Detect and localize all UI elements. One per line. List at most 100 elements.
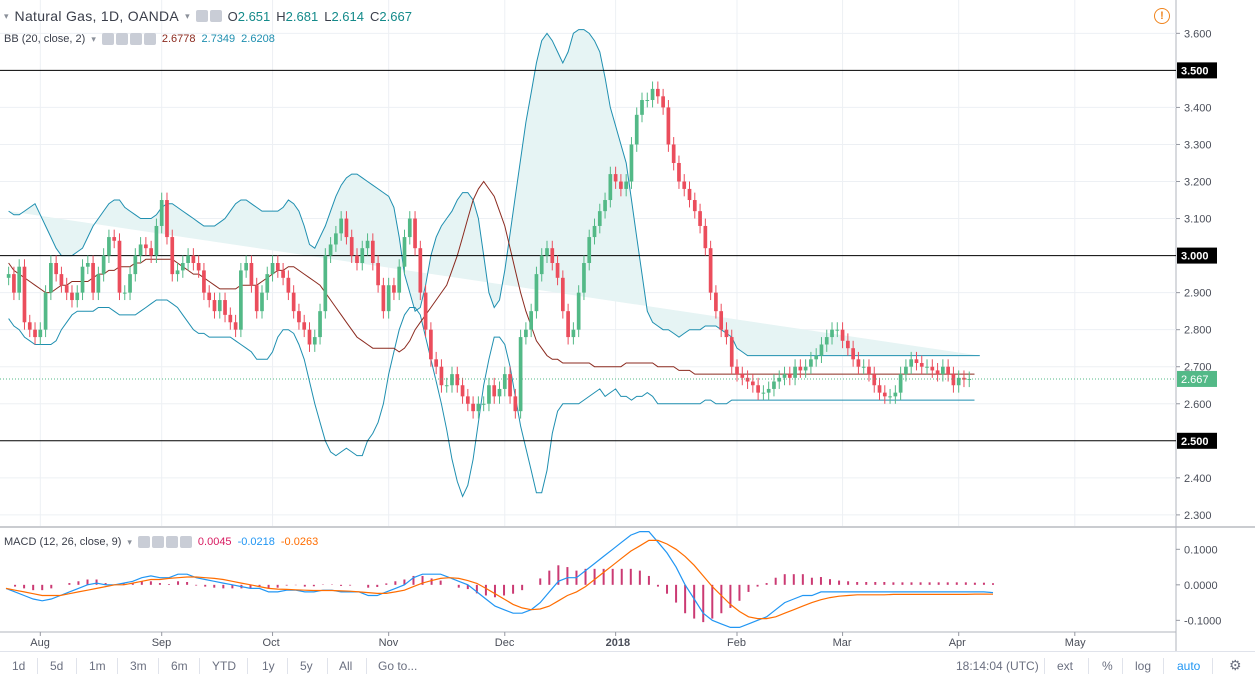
candle-body: [381, 285, 386, 312]
candle-body: [745, 377, 750, 382]
y-tick-label: 2.600: [1184, 399, 1212, 411]
candle-body: [740, 374, 745, 378]
gear-icon[interactable]: ⚙: [1229, 657, 1242, 674]
collapse-icon[interactable]: ▾: [4, 11, 9, 22]
macd-y-tick-label: 0.0000: [1184, 580, 1218, 592]
candle-body: [212, 300, 217, 312]
candle-body: [497, 388, 502, 397]
candle-body: [682, 181, 687, 189]
eye-icon[interactable]: [137, 536, 150, 548]
candle-body: [328, 244, 333, 256]
candle-body: [751, 381, 755, 386]
candle-body: [835, 329, 840, 331]
candle-body: [85, 263, 90, 267]
candle-body: [96, 274, 101, 293]
candle-body: [640, 100, 644, 115]
bb-label[interactable]: BB (20, close, 2): [4, 33, 85, 45]
bb-upper-value: 2.7349: [201, 33, 236, 45]
candle-body: [402, 237, 407, 267]
range-1d[interactable]: 1d: [12, 659, 25, 673]
candle-body: [138, 244, 143, 256]
range-3m[interactable]: 3m: [130, 659, 147, 673]
goto-button[interactable]: Go to...: [378, 659, 417, 673]
candle-body: [434, 359, 439, 367]
candle-body: [397, 266, 402, 293]
candle-body: [919, 363, 924, 367]
candle-body: [809, 359, 813, 367]
candle-body: [930, 366, 935, 371]
x-tick-label: Apr: [949, 637, 966, 649]
range-all[interactable]: All: [339, 659, 352, 673]
candle-body: [840, 329, 845, 341]
symbol-legend: ▾ Natural Gas, 1D, OANDA ▾ O2.651 H2.681…: [4, 8, 412, 24]
symbol-title[interactable]: Natural Gas, 1D, OANDA: [15, 8, 180, 24]
candle-body: [407, 218, 412, 238]
range-5y[interactable]: 5y: [300, 659, 313, 673]
clock-time[interactable]: 18:14:04 (UTC): [956, 659, 1039, 673]
candle-body: [867, 366, 871, 375]
candle-body: [893, 392, 898, 397]
candle-body: [6, 274, 11, 278]
auto-toggle[interactable]: auto: [1177, 659, 1200, 673]
candle-body: [49, 263, 53, 293]
chevron-down-icon[interactable]: ▾: [91, 34, 96, 45]
candle-body: [133, 255, 138, 275]
candle-body: [413, 218, 417, 249]
candle-body: [476, 403, 481, 412]
chevron-down-icon[interactable]: ▾: [185, 11, 190, 22]
candle-body: [703, 225, 708, 249]
ext-toggle[interactable]: ext: [1057, 659, 1073, 673]
log-toggle[interactable]: log: [1135, 659, 1151, 673]
candle-body: [534, 274, 539, 312]
bb-controls[interactable]: [101, 33, 156, 45]
bb-legend: BB (20, close, 2) ▾ 2.6778 2.7349 2.6208: [4, 33, 275, 45]
bottom-toolbar: 1d 5d 1m 3m 6m YTD 1y 5y All Go to... 18…: [0, 651, 1255, 681]
candle-body: [877, 385, 882, 393]
last-price-label: 2.667: [1181, 374, 1209, 386]
candle-body: [650, 88, 655, 101]
candle-body: [582, 263, 586, 293]
settings-icon[interactable]: [209, 10, 222, 22]
candle-body: [128, 274, 132, 293]
candle-body: [302, 322, 307, 330]
settings-icon[interactable]: [151, 536, 164, 548]
candle-body: [175, 270, 180, 275]
eye-icon[interactable]: [101, 33, 114, 45]
x-tick-label: Aug: [30, 637, 50, 649]
candle-body: [70, 292, 74, 301]
macd-line-value: -0.0218: [237, 536, 275, 548]
candle-body: [112, 237, 117, 241]
bb-mid-value: 2.6778: [161, 33, 196, 45]
gear-icon[interactable]: [165, 536, 178, 548]
candle-body: [365, 240, 370, 249]
bb-lower-value: 2.6208: [241, 33, 275, 45]
candle-body: [444, 385, 449, 387]
macd-controls[interactable]: [137, 536, 192, 548]
candle-body: [824, 337, 829, 345]
gear-icon[interactable]: [129, 33, 142, 45]
range-1m[interactable]: 1m: [89, 659, 106, 673]
close-icon[interactable]: [143, 33, 156, 45]
candle-body: [349, 237, 354, 256]
price-chart[interactable]: 3.6003.4003.3003.2003.1002.9002.8002.700…: [0, 0, 1255, 651]
candle-body: [671, 144, 676, 163]
candle-body: [191, 255, 196, 263]
low-value: 2.614: [331, 8, 364, 24]
percent-toggle[interactable]: %: [1102, 659, 1113, 673]
candle-body: [735, 366, 739, 375]
close-icon[interactable]: [179, 536, 192, 548]
eye-icon[interactable]: [195, 10, 208, 22]
range-5d[interactable]: 5d: [50, 659, 63, 673]
range-6m[interactable]: 6m: [171, 659, 188, 673]
chevron-down-icon[interactable]: ▾: [127, 537, 132, 548]
settings-icon[interactable]: [115, 33, 128, 45]
candle-body: [64, 285, 69, 293]
warning-icon[interactable]: !: [1154, 8, 1170, 24]
range-ytd[interactable]: YTD: [212, 659, 236, 673]
range-1y[interactable]: 1y: [262, 659, 275, 673]
macd-label[interactable]: MACD (12, 26, close, 9): [4, 536, 121, 548]
candle-body: [429, 329, 433, 360]
legend-controls[interactable]: [195, 10, 222, 22]
candle-body: [439, 366, 444, 386]
candle-body: [228, 314, 233, 323]
